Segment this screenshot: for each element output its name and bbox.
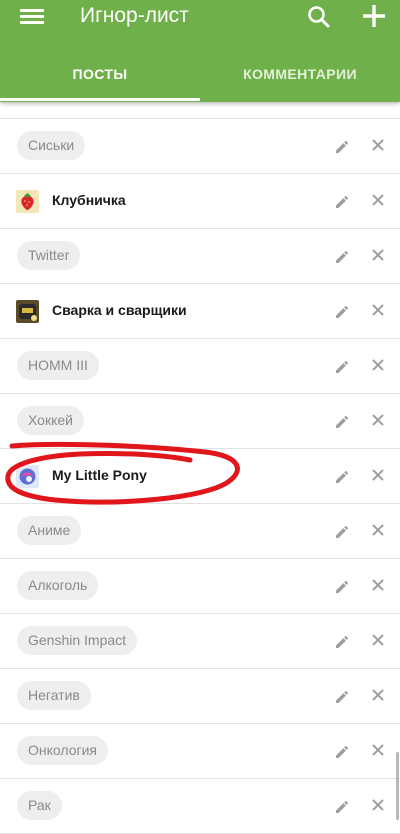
tag-chip[interactable]: Рак	[17, 791, 62, 820]
strawberry-avatar-icon	[16, 190, 39, 213]
pencil-icon[interactable]	[333, 521, 353, 541]
pencil-icon[interactable]	[333, 576, 353, 596]
pencil-icon[interactable]	[333, 301, 353, 321]
tag-chip[interactable]: Негатив	[17, 681, 91, 710]
list-item: Негатив	[0, 669, 400, 724]
list-item: Сварка и сварщики	[0, 284, 400, 339]
close-icon[interactable]	[370, 137, 386, 153]
tag-chip[interactable]: Сиськи	[17, 131, 86, 160]
list-item: Онкология	[0, 724, 400, 779]
tab-posts[interactable]: ПОСТЫ	[0, 58, 200, 102]
community-name[interactable]: Клубничка	[52, 192, 126, 208]
welder-avatar-icon	[16, 300, 39, 323]
close-icon[interactable]	[370, 247, 386, 263]
list-item: Genshin Impact	[0, 614, 400, 669]
close-icon[interactable]	[370, 797, 386, 813]
list-item: Алкоголь	[0, 559, 400, 614]
pencil-icon[interactable]	[333, 191, 353, 211]
list-item: Сиськи	[0, 119, 400, 174]
close-icon[interactable]	[370, 192, 386, 208]
pencil-icon[interactable]	[333, 796, 353, 816]
close-icon[interactable]	[370, 687, 386, 703]
active-tab-indicator	[0, 98, 200, 101]
tag-chip[interactable]: Алкоголь	[17, 571, 99, 600]
page-title: Игнор-лист	[80, 4, 189, 27]
pencil-icon[interactable]	[333, 631, 353, 651]
list-item: Рак	[0, 779, 400, 834]
pencil-icon[interactable]	[333, 356, 353, 376]
pencil-icon[interactable]	[333, 136, 353, 156]
pencil-icon[interactable]	[333, 686, 353, 706]
list-item: Хоккей	[0, 394, 400, 449]
pony-avatar-icon	[16, 465, 39, 488]
search-icon[interactable]	[306, 4, 332, 30]
tag-chip[interactable]: Аниме	[17, 516, 82, 545]
close-icon[interactable]	[370, 302, 386, 318]
scrollbar[interactable]	[396, 752, 399, 820]
pencil-icon[interactable]	[333, 411, 353, 431]
close-icon[interactable]	[370, 742, 386, 758]
community-name[interactable]: My Little Pony	[52, 467, 147, 483]
community-name[interactable]: Сварка и сварщики	[52, 302, 187, 318]
list-item: Клубничка	[0, 174, 400, 229]
tag-chip[interactable]: HOMM III	[17, 351, 99, 380]
list-item: My Little Pony	[0, 449, 400, 504]
menu-icon[interactable]	[20, 6, 44, 28]
tag-chip[interactable]: Онкология	[17, 736, 109, 765]
list-item: Аниме	[0, 504, 400, 559]
close-icon[interactable]	[370, 467, 386, 483]
pencil-icon[interactable]	[333, 466, 353, 486]
tag-chip[interactable]: Twitter	[17, 241, 81, 270]
app-bar: Игнор-лист ПОСТЫ КОММЕНТАРИИ	[0, 0, 400, 102]
plus-icon[interactable]	[360, 2, 388, 30]
tag-chip[interactable]: Хоккей	[17, 406, 84, 435]
pencil-icon[interactable]	[333, 246, 353, 266]
tag-chip[interactable]: Genshin Impact	[17, 626, 138, 655]
close-icon[interactable]	[370, 357, 386, 373]
close-icon[interactable]	[370, 577, 386, 593]
close-icon[interactable]	[370, 632, 386, 648]
list-item: HOMM III	[0, 339, 400, 394]
close-icon[interactable]	[370, 522, 386, 538]
tab-comments[interactable]: КОММЕНТАРИИ	[200, 58, 400, 102]
ignore-list: Сиськи Клубничка Twitter Сварка и сварщи…	[0, 88, 400, 834]
list-item: Twitter	[0, 229, 400, 284]
close-icon[interactable]	[370, 412, 386, 428]
pencil-icon[interactable]	[333, 741, 353, 761]
